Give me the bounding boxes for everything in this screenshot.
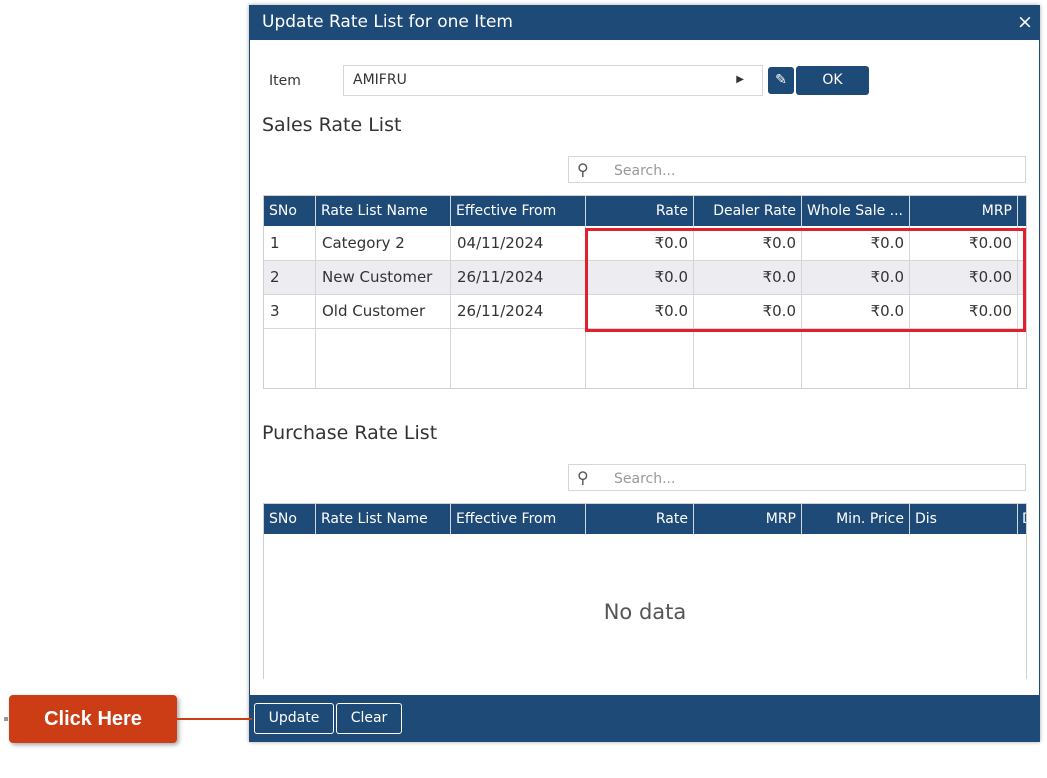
table-row[interactable]: 3 Old Customer 26/11/2024 ₹0.0 ₹0.0 ₹0.0…	[264, 294, 1026, 328]
table-row[interactable]: 1 Category 2 04/11/2024 ₹0.0 ₹0.0 ₹0.0 ₹…	[264, 226, 1026, 260]
dialog-titlebar: Update Rate List for one Item ×	[250, 6, 1039, 40]
col-effective-from[interactable]: Effective From	[451, 196, 586, 226]
col-effective-from[interactable]: Effective From	[451, 504, 586, 534]
purchase-search-input[interactable]: ⚲ Search...	[568, 464, 1026, 491]
cell-sno: 2	[270, 268, 280, 286]
item-label: Item	[269, 73, 301, 89]
cell-mrp[interactable]: ₹0.00	[910, 260, 1018, 294]
sales-search-placeholder: Search...	[614, 163, 676, 179]
cell-whole-sale[interactable]: ₹0.0	[802, 294, 910, 328]
cell-mrp[interactable]: ₹0.00	[910, 226, 1018, 260]
cell-whole-sale[interactable]: ₹0.0	[802, 226, 910, 260]
cell-sno: 1	[270, 234, 280, 252]
edit-item-button[interactable]: ✎	[768, 67, 794, 94]
cell-sno: 3	[270, 302, 280, 320]
click-here-callout: Click Here	[9, 695, 177, 743]
cell-mrp[interactable]: ₹0.00	[910, 294, 1018, 328]
cell-rate-list-name: New Customer	[322, 268, 433, 286]
callout-connector	[177, 718, 252, 720]
purchase-rate-list-title: Purchase Rate List	[262, 422, 438, 444]
sales-rate-grid: SNo Rate List Name Effective From Rate D…	[263, 195, 1027, 389]
cell-dealer-rate[interactable]: ₹0.0	[694, 294, 802, 328]
cell-rate[interactable]: ₹0.0	[586, 294, 694, 328]
chevron-right-icon[interactable]: ▶	[736, 74, 744, 85]
col-rate[interactable]: Rate	[586, 504, 694, 534]
col-dealer-rate[interactable]: Dealer Rate	[694, 196, 802, 226]
ok-button[interactable]: OK	[796, 66, 869, 95]
col-mrp[interactable]: MRP	[910, 196, 1018, 226]
update-button[interactable]: Update	[254, 703, 334, 734]
item-value: AMIFRU	[353, 72, 407, 88]
col-dis[interactable]: Dis	[910, 504, 1018, 534]
clear-button[interactable]: Clear	[336, 703, 402, 734]
search-icon: ⚲	[577, 468, 589, 487]
cell-whole-sale[interactable]: ₹0.0	[802, 260, 910, 294]
callout-pointer-dot	[4, 717, 8, 721]
cell-rate[interactable]: ₹0.0	[586, 260, 694, 294]
purchase-rate-grid: SNo Rate List Name Effective From Rate M…	[263, 503, 1027, 679]
col-d[interactable]: D	[1018, 504, 1026, 534]
col-rate[interactable]: Rate	[586, 196, 694, 226]
purchase-search-placeholder: Search...	[614, 471, 676, 487]
table-row[interactable]: 2 New Customer 26/11/2024 ₹0.0 ₹0.0 ₹0.0…	[264, 260, 1026, 294]
cell-rate-list-name: Old Customer	[322, 302, 426, 320]
pencil-icon: ✎	[775, 72, 787, 88]
cell-dealer-rate[interactable]: ₹0.0	[694, 226, 802, 260]
cell-rate-list-name: Category 2	[322, 234, 405, 252]
sales-search-input[interactable]: ⚲ Search...	[568, 156, 1026, 183]
col-sno[interactable]: SNo	[264, 196, 316, 226]
col-rate-list-name[interactable]: Rate List Name	[316, 504, 451, 534]
search-icon: ⚲	[577, 160, 589, 179]
cell-dealer-rate[interactable]: ₹0.0	[694, 260, 802, 294]
cell-effective-from: 26/11/2024	[457, 268, 544, 286]
dialog-footer: Update Clear	[250, 695, 1039, 741]
cell-effective-from: 04/11/2024	[457, 234, 544, 252]
no-data-message: No data	[603, 600, 687, 624]
sales-rate-list-title: Sales Rate List	[262, 114, 402, 136]
col-min-price[interactable]: Min. Price	[802, 504, 910, 534]
cell-rate[interactable]: ₹0.0	[586, 226, 694, 260]
col-sno[interactable]: SNo	[264, 504, 316, 534]
sales-grid-header: SNo Rate List Name Effective From Rate D…	[264, 196, 1026, 226]
col-whole-sale[interactable]: Whole Sale ...	[802, 196, 910, 226]
update-rate-list-dialog: Update Rate List for one Item × Item AMI…	[249, 5, 1040, 742]
close-icon[interactable]: ×	[1015, 11, 1035, 33]
col-mrp[interactable]: MRP	[694, 504, 802, 534]
purchase-grid-header: SNo Rate List Name Effective From Rate M…	[264, 504, 1026, 534]
dialog-title: Update Rate List for one Item	[262, 12, 513, 32]
col-rate-list-name[interactable]: Rate List Name	[316, 196, 451, 226]
cell-effective-from: 26/11/2024	[457, 302, 544, 320]
item-select[interactable]: AMIFRU ▶	[343, 65, 763, 96]
